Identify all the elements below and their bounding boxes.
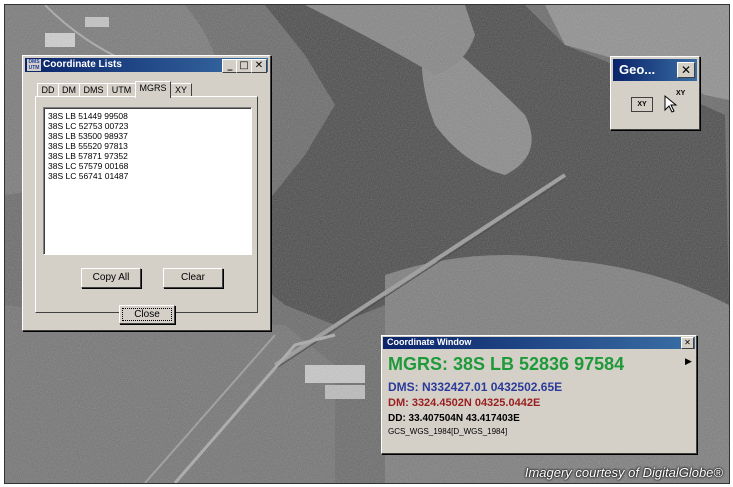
close-window-button[interactable]: ✕ <box>681 337 694 349</box>
close-toolbar-button[interactable]: ✕ <box>677 62 695 78</box>
maximize-button[interactable]: □ <box>236 59 252 73</box>
datum-label: GCS_WGS_1984[D_WGS_1984] <box>388 427 508 436</box>
list-item[interactable]: 38S LB 51449 99508 <box>48 111 128 121</box>
tab-dms[interactable]: DMS <box>79 83 108 97</box>
xy-list-icon: XY <box>637 101 647 108</box>
window-title: Coordinate Lists <box>43 59 122 70</box>
dm-readout: DM: 3324.4502N 04325.0442E <box>388 397 541 409</box>
tab-panel: 38S LB 51449 99508 38S LC 52753 00723 38… <box>35 96 258 313</box>
imagery-credit: Imagery courtesy of DigitalGlobe® <box>524 465 723 480</box>
mgrs-readout: MGRS: 38S LB 52836 97584 <box>388 354 625 374</box>
list-item[interactable]: 38S LB 53500 98937 <box>48 131 128 141</box>
screenshot: DMS UTM Coordinate Lists _ □ ✕ DD DM DMS … <box>0 0 733 487</box>
coordinate-lists-titlebar[interactable]: DMS UTM Coordinate Lists _ □ ✕ <box>25 58 268 73</box>
coordinate-list-tool-button[interactable]: XY <box>631 97 653 112</box>
coordinate-window: Coordinate Window ✕ ▶ MGRS: 38S LB 52836… <box>381 335 697 454</box>
coordinate-list[interactable]: 38S LB 51449 99508 38S LC 52753 00723 38… <box>43 107 252 255</box>
dd-readout: DD: 33.407504N 43.417403E <box>388 413 520 424</box>
dms-readout: DMS: N332427.01 0432502.65E <box>388 380 563 394</box>
tab-utm[interactable]: UTM <box>107 83 136 97</box>
coordinate-lists-window: DMS UTM Coordinate Lists _ □ ✕ DD DM DMS … <box>22 55 271 331</box>
coordinate-app-icon: DMS UTM <box>27 59 41 71</box>
xy-pointer-tool-button[interactable]: XY <box>661 90 687 114</box>
copy-all-button[interactable]: Copy All <box>81 268 141 288</box>
geo-toolbar-titlebar[interactable]: Geo... ✕ <box>613 59 697 81</box>
list-item[interactable]: 38S LC 57579 00168 <box>48 161 128 171</box>
tab-xy[interactable]: XY <box>170 83 192 97</box>
clear-button[interactable]: Clear <box>163 268 223 288</box>
tab-dm[interactable]: DM <box>58 83 80 97</box>
list-item[interactable]: 38S LB 57871 97352 <box>48 151 128 161</box>
list-item[interactable]: 38S LC 56741 01487 <box>48 171 128 181</box>
tab-dd[interactable]: DD <box>37 83 59 97</box>
list-item[interactable]: 38S LB 55520 97813 <box>48 141 128 151</box>
toolbar-title: Geo... <box>619 62 656 77</box>
window-title: Coordinate Window <box>387 337 472 347</box>
close-button[interactable]: Close <box>119 305 175 324</box>
geo-toolbar: Geo... ✕ XY XY <box>610 56 700 130</box>
xy-superscript: XY <box>676 90 686 97</box>
tab-mgrs[interactable]: MGRS <box>135 81 171 98</box>
close-window-button[interactable]: ✕ <box>251 59 267 73</box>
coordinate-window-titlebar[interactable]: Coordinate Window ✕ <box>383 337 695 349</box>
list-item[interactable]: 38S LC 52753 00723 <box>48 121 128 131</box>
expand-arrow-icon[interactable]: ▶ <box>685 356 693 368</box>
